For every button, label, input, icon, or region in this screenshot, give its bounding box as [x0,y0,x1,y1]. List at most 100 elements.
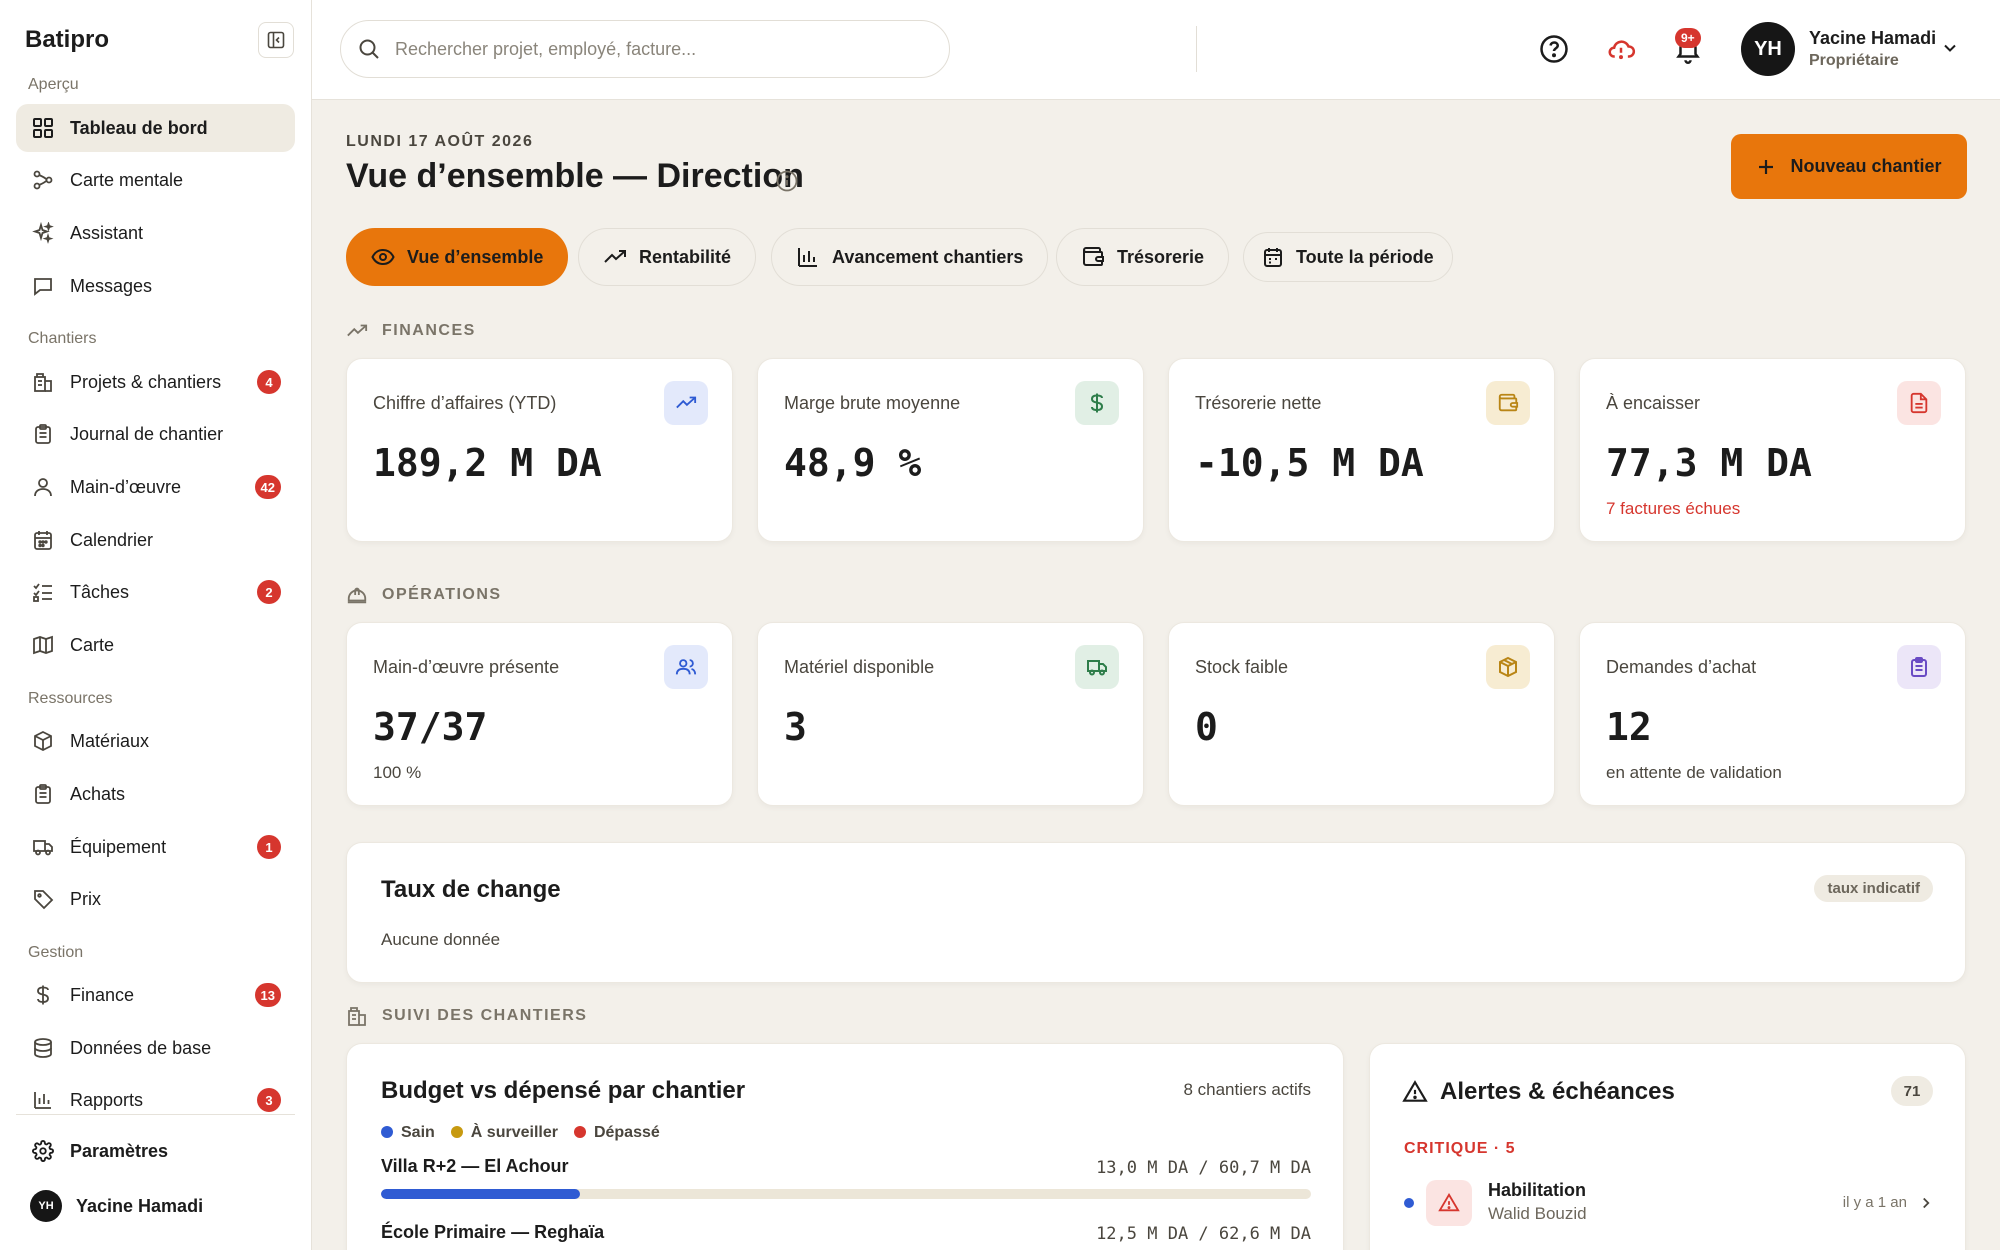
project-name[interactable]: Villa R+2 — El Achour [381,1156,569,1177]
truck-icon [30,834,56,860]
tab-label: Avancement chantiers [832,246,1024,267]
new-project-button[interactable]: Nouveau chantier [1731,134,1967,199]
tab-overview[interactable]: Vue d’ensemble [346,228,569,286]
chevron-down-icon [1944,44,1956,52]
section-chantiers: Chantiers [28,330,97,347]
sidebar-item-label: Carte mentale [70,169,184,190]
kpi-card-stock[interactable]: Stock faible 0 [1168,622,1555,806]
message-icon [30,273,56,299]
kpi-value: 12 [1606,705,1652,749]
building-icon [30,369,56,395]
count-badge: 13 [254,983,281,1007]
sidebar-item-assistant[interactable]: Assistant [16,209,295,257]
kpi-card-tresorerie[interactable]: Trésorerie nette -10,5 M DA [1168,358,1555,542]
kpi-card-ca[interactable]: Chiffre d’affaires (YTD) 189,2 M DA [346,358,733,542]
tab-tresorerie[interactable]: Trésorerie [1056,228,1230,286]
sidebar-item-tableau[interactable]: Tableau de bord [16,104,295,152]
sidebar-item-label: Messages [70,275,153,296]
progress-track [381,1189,1311,1199]
kpi-card-materiel[interactable]: Matériel disponible 3 [757,622,1144,806]
progress-fill [381,1189,581,1199]
sidebar-toggle-icon [267,31,285,49]
search-icon [359,39,379,59]
project-budget: 13,0 M DA / 60,7 M DA [1096,1158,1311,1178]
sidebar-item-carte[interactable]: Carte [16,621,295,669]
user-menu-button[interactable] [1940,38,1960,63]
sidebar-item-achats[interactable]: Achats [16,770,295,818]
sidebar-divider [16,1114,295,1115]
kpi-value: 37/37 [373,705,488,749]
legend-item-sain: Sain [381,1124,435,1142]
search-bar[interactable] [340,20,950,78]
help-button[interactable] [1535,30,1573,68]
sidebar-item-parametres[interactable]: Paramètres [16,1127,295,1175]
section-suivi: SUIVI DES CHANTIERS [346,1005,587,1027]
sidebar-item-messages[interactable]: Messages [16,262,295,310]
grid-icon [30,115,56,141]
sidebar-scroll-clip: Rapports 3 [0,1072,311,1112]
sidebar-item-label: Achats [70,783,126,804]
eye-icon [371,248,395,266]
user-name[interactable]: Yacine Hamadi [1809,28,1936,49]
tag-icon [30,886,56,912]
alert-triangle-icon [1402,1080,1428,1102]
sidebar-item-projets[interactable]: Projets & chantiers 4 [16,358,295,406]
map-icon [30,632,56,658]
collapse-sidebar-button[interactable] [258,22,294,58]
page-title: Vue d’ensemble — Direction [346,157,804,195]
tab-label: Vue d’ensemble [407,246,544,267]
kpi-card-encaisser[interactable]: À encaisser 77,3 M DA 7 factures échues [1579,358,1966,542]
sidebar-item-label: Tableau de bord [70,117,208,138]
kpi-card-marge[interactable]: Marge brute moyenne 48,9 % [757,358,1144,542]
sidebar-item-label: Main-d’œuvre [70,476,182,497]
tab-avancement[interactable]: Avancement chantiers [771,228,1049,286]
sidebar-item-materiaux[interactable]: Matériaux [16,717,295,765]
project-name[interactable]: École Primaire — Reghaïa [381,1222,604,1243]
kpi-label: Trésorerie nette [1195,393,1322,413]
sidebar-item-journal[interactable]: Journal de chantier [16,410,295,458]
period-filter[interactable]: Toute la période [1243,232,1453,282]
sidebar-user[interactable]: YH Yacine Hamadi [16,1182,295,1230]
alert-item[interactable]: Habilitation Walid Bouzid il y a 1 an [1370,1172,1965,1242]
avatar[interactable]: YH [1741,22,1795,76]
date-label: LUNDI 17 AOÛT 2026 [346,133,534,150]
sync-button[interactable] [1602,30,1640,68]
sidebar-item-main-oeuvre[interactable]: Main-d’œuvre 42 [16,463,295,511]
sidebar-item-calendrier[interactable]: Calendrier [16,516,295,564]
kpi-card-presence[interactable]: Main-d’œuvre présente 37/37 100 % [346,622,733,806]
sidebar-item-finance[interactable]: Finance 13 [16,971,295,1019]
brand-logo[interactable]: Batipro [25,26,109,54]
sidebar-item-equipement[interactable]: Équipement 1 [16,823,295,871]
count-badge: 2 [257,580,281,604]
sidebar-item-carte-mentale[interactable]: Carte mentale [16,156,295,204]
tab-label: Rentabilité [639,246,732,267]
kpi-label: Matériel disponible [784,657,935,677]
sidebar-item-prix[interactable]: Prix [16,875,295,923]
alert-title: Habilitation [1488,1180,1586,1200]
sparkles-icon [30,220,56,246]
sidebar-item-label: Données de base [70,1037,212,1058]
tab-rentabilite[interactable]: Rentabilité [578,228,757,286]
sidebar-item-rapports[interactable]: Rapports 3 [16,1076,295,1112]
hard-hat-icon [347,587,367,604]
info-button[interactable] [775,169,799,198]
empty-state: Aucune donnée [381,930,501,949]
sidebar-item-taches[interactable]: Tâches 2 [16,568,295,616]
mind-map-icon [30,167,56,193]
kpi-value: -10,5 M DA [1195,441,1424,485]
sidebar-item-donnees[interactable]: Données de base [16,1024,295,1072]
critical-group-label: CRITIQUE · 5 [1404,1140,1516,1157]
sidebar-item-label: Projets & chantiers [70,371,222,392]
overdue-invoices-link[interactable]: 7 factures échues [1606,499,1740,519]
kpi-label: Stock faible [1195,657,1289,677]
kpi-card-demandes[interactable]: Demandes d’achat 12 en attente de valida… [1579,622,1966,806]
search-input[interactable] [395,38,915,60]
sidebar-item-label: Finance [70,984,135,1005]
card-title: Alertes & échéances [1440,1078,1675,1105]
sidebar-user-name: Yacine Hamadi [76,1195,204,1216]
help-icon [1540,35,1568,63]
section-operations: OPÉRATIONS [346,584,502,606]
legend-label: Dépassé [593,1124,660,1141]
section-title: SUIVI DES CHANTIERS [382,1007,588,1024]
card-title: Budget vs dépensé par chantier [381,1077,746,1104]
